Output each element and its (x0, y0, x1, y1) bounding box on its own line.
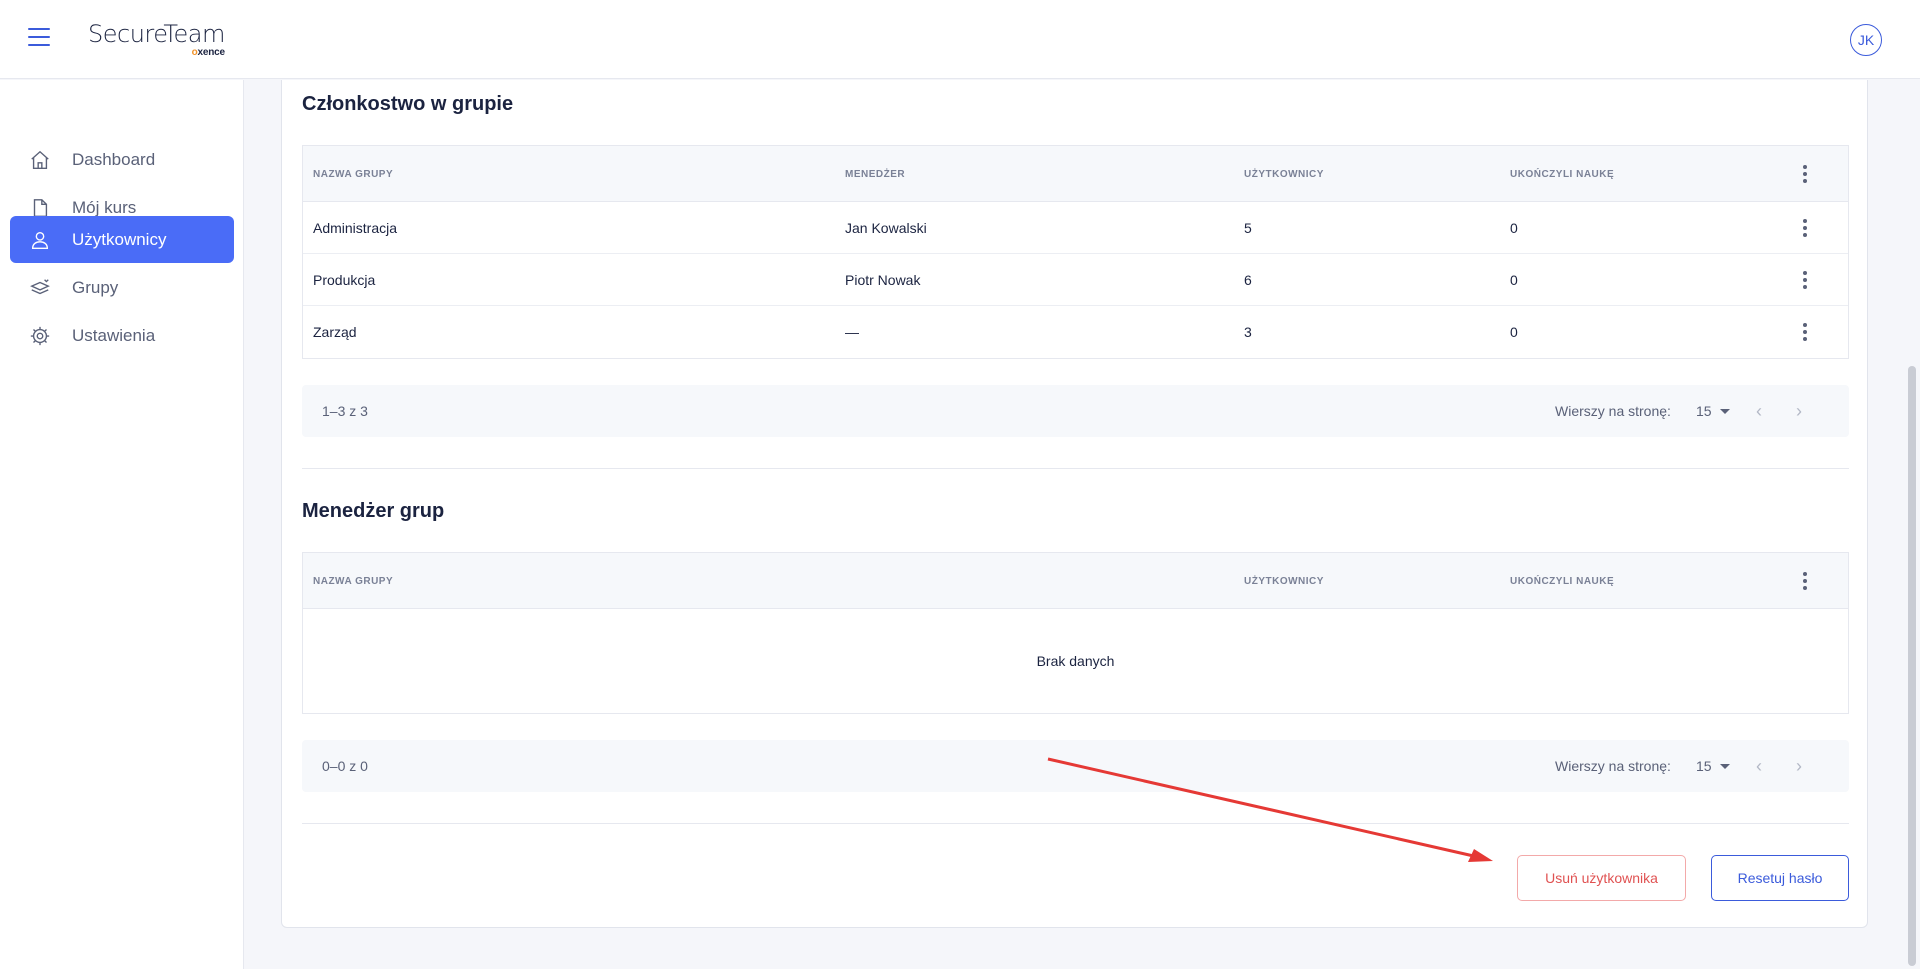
table-row[interactable]: Produkcja Piotr Nowak 6 0 (303, 254, 1848, 306)
table-row[interactable]: Administracja Jan Kowalski 5 0 (303, 202, 1848, 254)
column-header[interactable]: UKOŃCZYLI NAUKĘ (1510, 553, 1614, 609)
pagination-range: 0–0 z 0 (322, 758, 368, 774)
rows-per-page-label: Wierszy na stronę: (1555, 758, 1671, 774)
column-header[interactable]: NAZWA GRUPY (313, 553, 393, 609)
sidebar-item-settings[interactable]: Ustawienia (10, 312, 234, 359)
row-menu-icon[interactable] (1796, 254, 1814, 306)
column-menu-icon[interactable] (1796, 553, 1814, 609)
sidebar-item-dashboard[interactable]: Dashboard (10, 136, 234, 183)
pagination-range: 1–3 z 3 (322, 403, 368, 419)
rows-per-page-label: Wierszy na stronę: (1555, 403, 1671, 419)
group-name: Produkcja (313, 272, 376, 288)
gear-icon (28, 324, 52, 348)
column-header[interactable]: UŻYTKOWNICY (1244, 146, 1324, 202)
rows-per-page-select[interactable]: 15 (1696, 740, 1730, 792)
section-divider (302, 823, 1849, 824)
completed-count: 0 (1510, 324, 1518, 340)
sidebar-item-label: Dashboard (72, 149, 156, 169)
group-name: Administracja (313, 220, 398, 236)
column-menu-icon[interactable] (1796, 146, 1814, 202)
users-count: 3 (1244, 324, 1252, 340)
empty-state: Brak danych (1036, 653, 1115, 669)
section-divider (302, 468, 1849, 469)
top-bar: SecureTeam oxence JK (0, 0, 1920, 79)
sidebar-item-groups[interactable]: Grupy (10, 264, 234, 311)
rows-per-page-value: 15 (1696, 758, 1712, 774)
membership-pagination: 1–3 z 3 Wierszy na stronę: 15 ‹ › (302, 385, 1849, 437)
manager-name: Piotr Nowak (845, 272, 921, 288)
column-header[interactable]: UKOŃCZYLI NAUKĘ (1510, 146, 1614, 202)
membership-title: Członkostwo w grupie (302, 93, 514, 115)
group-name: Zarząd (313, 324, 357, 340)
chevron-right-icon[interactable]: › (1787, 740, 1811, 792)
row-menu-icon[interactable] (1796, 306, 1814, 358)
column-header[interactable]: MENEDŻER (845, 146, 905, 202)
sidebar: Dashboard Mój kurs Użytkownicy Grupy Ust… (0, 80, 244, 969)
row-menu-icon[interactable] (1796, 202, 1814, 254)
chevron-right-icon[interactable]: › (1787, 385, 1811, 437)
logo[interactable]: SecureTeam oxence (88, 20, 225, 58)
users-count: 6 (1244, 272, 1252, 288)
managers-title: Menedżer grup (302, 500, 445, 522)
logo-sub-text: oxence (191, 47, 225, 58)
delete-user-button[interactable]: Usuń użytkownika (1517, 855, 1686, 901)
table-header: NAZWA GRUPY MENEDŻER UŻYTKOWNICY UKOŃCZY… (303, 146, 1848, 202)
caret-down-icon (1719, 763, 1730, 769)
chevron-left-icon[interactable]: ‹ (1747, 385, 1771, 437)
main-content: Członkostwo w grupie NAZWA GRUPY MENEDŻE… (244, 80, 1920, 969)
table-row[interactable]: Zarząd — 3 0 (303, 306, 1848, 358)
page-scrollbar[interactable] (1908, 366, 1916, 966)
home-icon (28, 148, 52, 172)
column-header[interactable]: UŻYTKOWNICY (1244, 553, 1324, 609)
completed-count: 0 (1510, 220, 1518, 236)
table-header: NAZWA GRUPY UŻYTKOWNICY UKOŃCZYLI NAUKĘ (303, 553, 1848, 609)
managers-table: NAZWA GRUPY UŻYTKOWNICY UKOŃCZYLI NAUKĘ … (302, 552, 1849, 714)
column-header[interactable]: NAZWA GRUPY (313, 146, 393, 202)
sidebar-item-label: Użytkownicy (72, 229, 167, 249)
reset-password-button[interactable]: Resetuj hasło (1711, 855, 1849, 901)
chevron-left-icon[interactable]: ‹ (1747, 740, 1771, 792)
completed-count: 0 (1510, 272, 1518, 288)
sidebar-item-users[interactable]: Użytkownicy (10, 216, 234, 263)
sidebar-item-label: Mój kurs (72, 197, 137, 217)
users-count: 5 (1244, 220, 1252, 236)
rows-per-page-value: 15 (1696, 403, 1712, 419)
membership-table: NAZWA GRUPY MENEDŻER UŻYTKOWNICY UKOŃCZY… (302, 145, 1849, 359)
user-details-card: Członkostwo w grupie NAZWA GRUPY MENEDŻE… (281, 80, 1868, 928)
layers-icon (28, 276, 52, 300)
avatar[interactable]: JK (1850, 24, 1882, 56)
caret-down-icon (1719, 408, 1730, 414)
manager-name: — (845, 324, 859, 340)
logo-main-text: SecureTeam (88, 20, 225, 48)
manager-name: Jan Kowalski (845, 220, 927, 236)
managers-pagination: 0–0 z 0 Wierszy na stronę: 15 ‹ › (302, 740, 1849, 792)
rows-per-page-select[interactable]: 15 (1696, 385, 1730, 437)
sidebar-item-label: Grupy (72, 277, 119, 297)
sidebar-item-label: Ustawienia (72, 325, 156, 345)
user-icon (28, 228, 52, 252)
menu-icon[interactable] (28, 28, 52, 50)
